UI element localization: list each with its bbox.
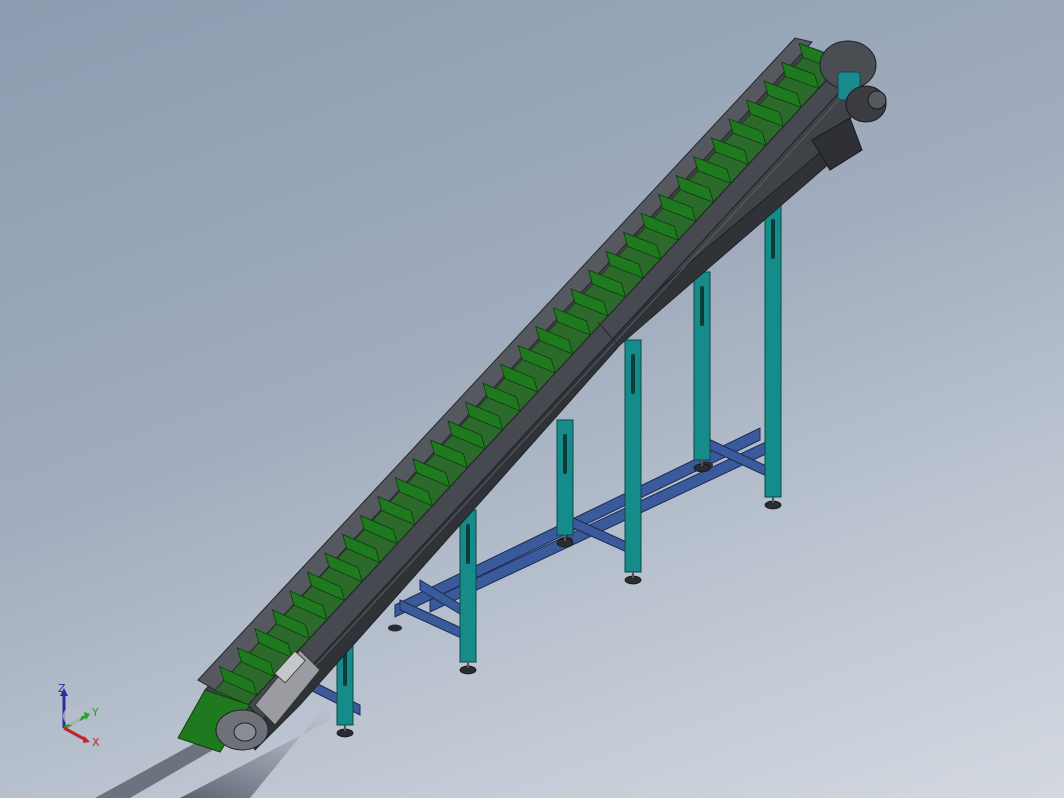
- leg-slot: [631, 354, 635, 394]
- rail-foot: [388, 624, 402, 632]
- triad-origin: [63, 707, 81, 725]
- coordinate-triad: Z Y X: [58, 682, 100, 749]
- leg-slot: [700, 286, 704, 326]
- conveyor-model[interactable]: [0, 0, 1064, 798]
- x-label: X: [92, 736, 100, 749]
- motor-fan-cover: [867, 90, 887, 110]
- conveyor-body: [177, 37, 861, 753]
- side-plate-lower: [244, 139, 846, 751]
- leg-slot: [563, 434, 567, 474]
- y-label: Y: [91, 706, 99, 719]
- z-label: Z: [58, 682, 66, 695]
- x-axis-arrow: [83, 736, 90, 743]
- x-axis: [63, 726, 87, 742]
- tail-bearing: [233, 722, 257, 742]
- 3d-viewport[interactable]: Z Y X: [0, 0, 1064, 798]
- leg-slot: [466, 524, 470, 564]
- side-seam: [269, 89, 849, 716]
- leg-slot: [771, 219, 775, 259]
